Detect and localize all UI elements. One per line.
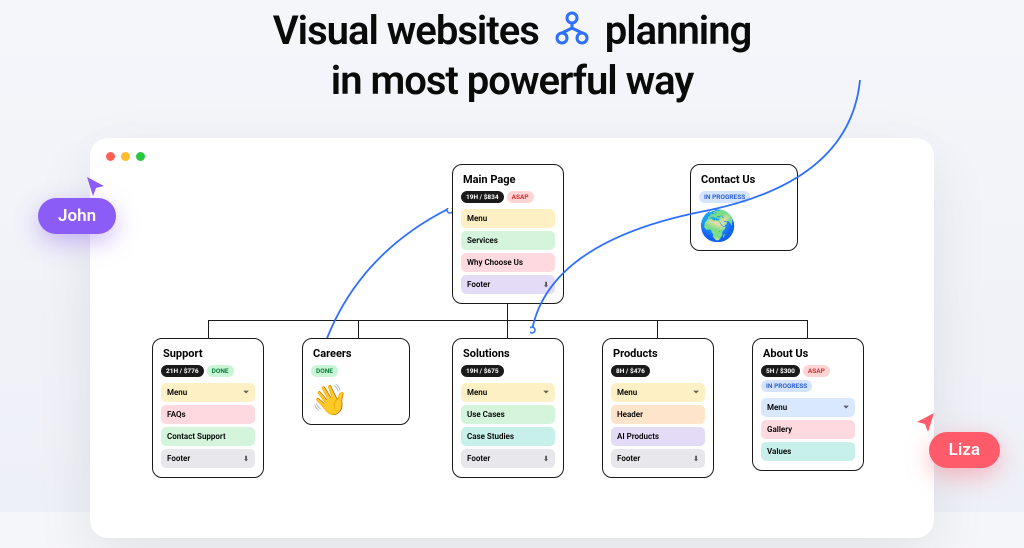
connector	[657, 320, 658, 338]
badge-row: 5H / $300 ASAP IN PROGRESS	[761, 365, 855, 392]
collaborator-cursor-liza: Liza	[929, 432, 1000, 468]
connector	[208, 320, 808, 321]
card-about-us[interactable]: About Us 5H / $300 ASAP IN PROGRESS Menu…	[752, 338, 864, 471]
section-item[interactable]: AI Products	[611, 427, 705, 446]
budget-badge: 19H / $834	[461, 191, 504, 203]
budget-badge: 19H / $675	[461, 365, 504, 377]
badge-row: 19H / $675	[461, 365, 555, 377]
card-title: About Us	[761, 347, 855, 360]
status-badge: ASAP	[803, 365, 830, 377]
app-window: Main Page 19H / $834 ASAP Menu Services …	[90, 138, 934, 538]
connector	[807, 320, 808, 338]
card-solutions[interactable]: Solutions 19H / $675 Menu⏷ Use Cases Cas…	[452, 338, 564, 478]
section-item[interactable]: Menu⏷	[611, 383, 705, 402]
filter-icon: ⏷	[243, 388, 249, 397]
sitemap-icon	[552, 8, 592, 58]
collaborator-cursor-john: John	[38, 198, 116, 234]
section-item[interactable]: Footer⬇	[461, 275, 555, 294]
connector	[358, 320, 359, 338]
badge-row: DONE	[311, 365, 401, 377]
filter-icon: ⏷	[543, 388, 549, 397]
cursor-label: John	[38, 198, 116, 234]
section-item[interactable]: Contact Support	[161, 427, 255, 446]
cursor-arrow-icon	[84, 174, 108, 198]
card-careers[interactable]: Careers DONE 👋	[302, 338, 410, 425]
status-badge: ASAP	[507, 191, 534, 203]
card-contact-us[interactable]: Contact Us IN PROGRESS 🌍	[690, 164, 798, 251]
card-main-page[interactable]: Main Page 19H / $834 ASAP Menu Services …	[452, 164, 564, 304]
download-icon: ⬇	[543, 281, 549, 289]
filter-icon: ⏷	[843, 403, 849, 412]
section-item[interactable]: Menu⏷	[161, 383, 255, 402]
badge-row: IN PROGRESS	[699, 191, 789, 203]
section-item[interactable]: Menu⏷	[761, 398, 855, 417]
badge-row: 8H / $476	[611, 365, 705, 377]
cursor-label: Liza	[929, 432, 1000, 468]
section-item[interactable]: Footer⬇	[611, 449, 705, 468]
connector	[507, 320, 508, 338]
status-badge: DONE	[207, 365, 234, 377]
page-heading: Visual websites planning in most powerfu…	[0, 0, 1024, 104]
connector	[208, 320, 209, 338]
section-item[interactable]: Services	[461, 231, 555, 250]
card-title: Support	[161, 347, 255, 360]
heading-text-1a: Visual websites	[273, 7, 539, 54]
card-title: Products	[611, 347, 705, 360]
section-item[interactable]: Menu⏷	[461, 383, 555, 402]
section-item[interactable]: Header	[611, 405, 705, 424]
section-item[interactable]: Footer⬇	[161, 449, 255, 468]
badge-row: 19H / $834 ASAP	[461, 191, 555, 203]
status-badge: DONE	[311, 365, 338, 377]
heading-text-2: in most powerful way	[331, 57, 693, 104]
section-item[interactable]: Use Cases	[461, 405, 555, 424]
card-title: Contact Us	[699, 173, 789, 186]
download-icon: ⬇	[693, 455, 699, 463]
card-emoji: 👋	[311, 383, 401, 418]
download-icon: ⬇	[243, 455, 249, 463]
section-item[interactable]: Values	[761, 442, 855, 461]
section-item[interactable]: Gallery	[761, 420, 855, 439]
download-icon: ⬇	[543, 455, 549, 463]
card-title: Solutions	[461, 347, 555, 360]
filter-icon: ⏷	[693, 388, 699, 397]
section-item[interactable]: Case Studies	[461, 427, 555, 446]
card-support[interactable]: Support 21H / $776 DONE Menu⏷ FAQs Conta…	[152, 338, 264, 478]
card-title: Careers	[311, 347, 401, 360]
card-title: Main Page	[461, 173, 555, 186]
cursor-arrow-icon	[913, 410, 937, 434]
card-emoji: 🌍	[699, 209, 789, 244]
budget-badge: 8H / $476	[611, 365, 650, 377]
sitemap-canvas[interactable]: Main Page 19H / $834 ASAP Menu Services …	[90, 148, 934, 548]
section-item[interactable]: Menu	[461, 209, 555, 228]
badge-row: 21H / $776 DONE	[161, 365, 255, 377]
status-badge: IN PROGRESS	[761, 380, 812, 392]
section-item[interactable]: Why Choose Us	[461, 253, 555, 272]
section-item[interactable]: Footer⬇	[461, 449, 555, 468]
budget-badge: 5H / $300	[761, 365, 800, 377]
status-badge: IN PROGRESS	[699, 191, 750, 203]
card-products[interactable]: Products 8H / $476 Menu⏷ Header AI Produ…	[602, 338, 714, 478]
budget-badge: 21H / $776	[161, 365, 204, 377]
section-item[interactable]: FAQs	[161, 405, 255, 424]
heading-text-1b: planning	[605, 7, 752, 54]
